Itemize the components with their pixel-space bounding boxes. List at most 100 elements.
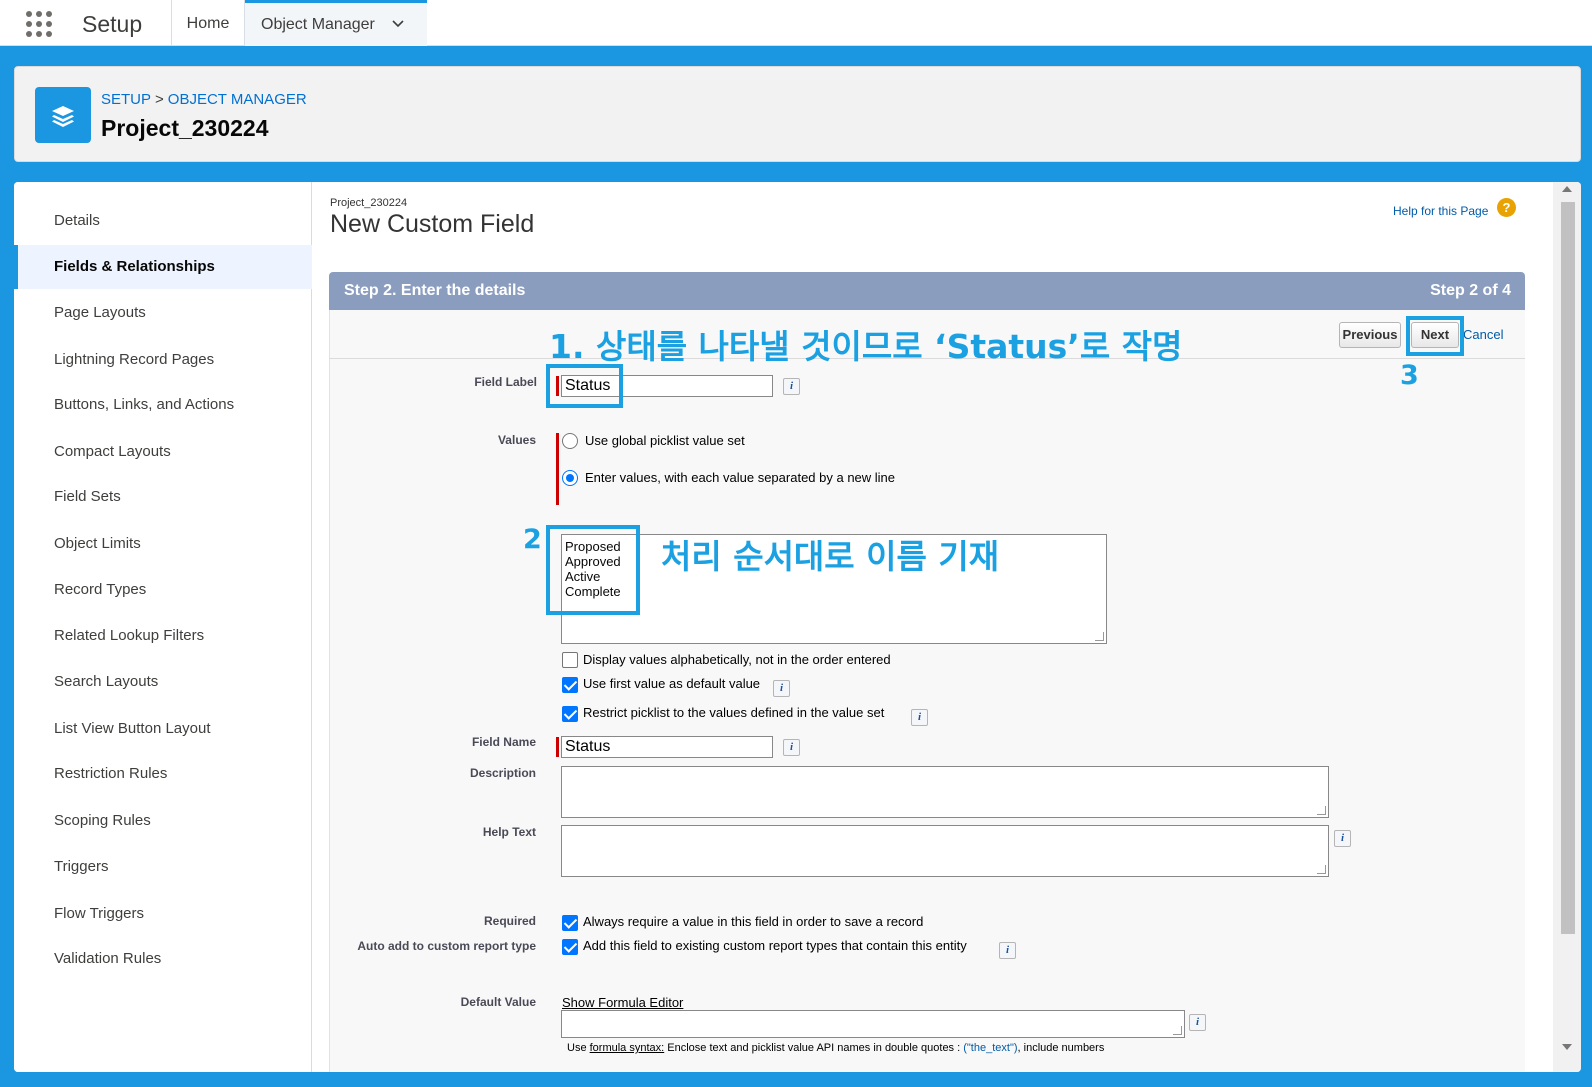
sidebar-item-related-lookup-filters[interactable]: Related Lookup Filters: [14, 614, 312, 658]
radio-global-picklist[interactable]: [562, 433, 578, 449]
breadcrumb: SETUP > OBJECT MANAGER: [101, 91, 307, 108]
resize-handle-icon[interactable]: [1317, 865, 1326, 874]
field-label-label: Field Label: [474, 375, 537, 389]
sidebar-item-validation-rules[interactable]: Validation Rules: [14, 937, 312, 981]
sidebar-item-lightning-record-pages[interactable]: Lightning Record Pages: [14, 338, 312, 382]
checkbox-auto-add-label: Add this field to existing custom report…: [583, 938, 967, 953]
sidebar-item-fields-relationships[interactable]: Fields & Relationships: [14, 245, 312, 289]
app-name: Setup: [82, 11, 143, 37]
main-panel: Details Fields & Relationships Page Layo…: [14, 182, 1581, 1072]
breadcrumb-setup-link[interactable]: SETUP: [101, 91, 151, 108]
radio-global-picklist-label: Use global picklist value set: [585, 433, 745, 448]
formula-help-suffix: , include numbers: [1017, 1042, 1105, 1054]
picklist-value: Complete: [565, 584, 621, 599]
annotation-highlight-next-button: [1406, 316, 1464, 356]
checkbox-restrict-picklist[interactable]: [562, 706, 578, 722]
sidebar-item-restriction-rules[interactable]: Restriction Rules: [14, 752, 312, 796]
resize-handle-icon[interactable]: [1317, 806, 1326, 815]
resize-handle-icon[interactable]: [1095, 632, 1104, 641]
required-label: Required: [483, 914, 536, 928]
sidebar-item-details[interactable]: Details: [14, 199, 312, 243]
help-icon[interactable]: ?: [1497, 198, 1516, 217]
required-indicator: [556, 737, 559, 757]
info-icon[interactable]: i: [783, 739, 800, 756]
default-value-textarea[interactable]: [561, 1010, 1185, 1038]
step-count: Step 2 of 4: [1430, 282, 1511, 299]
radio-enter-values-label: Enter values, with each value separated …: [585, 470, 896, 485]
annotation-step-1: 1. 상태를 나타낼 것이므로 ‘Status’로 작명: [549, 327, 1183, 366]
sidebar-item-flow-triggers[interactable]: Flow Triggers: [14, 892, 312, 936]
checkbox-required[interactable]: [562, 915, 578, 931]
info-icon[interactable]: i: [911, 709, 928, 726]
step-header: Step 2. Enter the details Step 2 of 4: [329, 272, 1525, 310]
checkbox-first-value-default-label: Use first value as default value: [583, 676, 761, 691]
checkbox-restrict-picklist-label: Restrict picklist to the values defined …: [583, 705, 885, 720]
nav-tab-object-manager[interactable]: Object Manager: [245, 0, 427, 46]
info-icon[interactable]: i: [999, 942, 1016, 959]
required-indicator: [556, 433, 559, 505]
sidebar-item-field-sets[interactable]: Field Sets: [14, 475, 312, 519]
info-icon[interactable]: i: [773, 680, 790, 697]
stack-icon: [35, 87, 91, 143]
help-link[interactable]: Help for this Page: [1393, 204, 1488, 218]
sidebar-item-list-view-button-layout[interactable]: List View Button Layout: [14, 707, 312, 751]
annotation-step-2-number: 2: [523, 524, 542, 555]
nav-tab-home[interactable]: Home: [172, 0, 244, 46]
checkbox-sort-alphabetically-label: Display values alphabetically, not in th…: [583, 652, 891, 667]
global-header: Setup Home Object Manager: [0, 0, 1592, 46]
chevron-down-icon[interactable]: [390, 15, 406, 31]
formula-help-mid: Enclose text and picklist value API name…: [664, 1042, 964, 1054]
sidebar-item-record-types[interactable]: Record Types: [14, 568, 312, 612]
formula-help-text: Use formula syntax: Enclose text and pic…: [567, 1042, 1104, 1054]
checkbox-auto-add[interactable]: [562, 939, 578, 955]
sidebar: Details Fields & Relationships Page Layo…: [14, 182, 312, 1072]
object-header: SETUP > OBJECT MANAGER Project_230224: [14, 66, 1581, 162]
auto-add-label: Auto add to custom report type: [357, 939, 536, 953]
annotation-step-2: 처리 순서대로 이름 기재: [661, 537, 1000, 576]
formula-help-prefix: Use: [567, 1042, 590, 1054]
field-name-input[interactable]: Status: [561, 736, 773, 758]
scroll-up-icon[interactable]: [1562, 186, 1572, 192]
field-name-label: Field Name: [471, 735, 536, 749]
sidebar-item-search-layouts[interactable]: Search Layouts: [14, 660, 312, 704]
page-heading: New Custom Field: [330, 210, 535, 238]
breadcrumb-separator: >: [155, 91, 164, 108]
info-icon[interactable]: i: [1189, 1014, 1206, 1031]
nav-tab-label: Object Manager: [261, 16, 375, 33]
checkbox-first-value-default[interactable]: [562, 677, 578, 693]
description-textarea[interactable]: [561, 766, 1329, 818]
description-label: Description: [469, 766, 536, 780]
scroll-down-icon[interactable]: [1562, 1044, 1572, 1050]
default-value-label: Default Value: [460, 995, 536, 1009]
resize-handle-icon[interactable]: [1173, 1026, 1182, 1035]
scrollbar-thumb[interactable]: [1561, 202, 1575, 934]
radio-enter-values[interactable]: [562, 470, 578, 486]
object-name: Project_230224: [330, 197, 408, 209]
formula-help-example: ("the_text"): [963, 1042, 1018, 1054]
sidebar-item-object-limits[interactable]: Object Limits: [14, 522, 312, 566]
sidebar-item-triggers[interactable]: Triggers: [14, 845, 312, 889]
scrollbar[interactable]: [1553, 182, 1581, 1072]
sidebar-item-page-layouts[interactable]: Page Layouts: [14, 291, 312, 335]
breadcrumb-object-manager-link[interactable]: OBJECT MANAGER: [168, 91, 307, 108]
help-text-textarea[interactable]: [561, 825, 1329, 877]
formula-syntax-link[interactable]: formula syntax:: [590, 1042, 665, 1054]
cancel-link[interactable]: Cancel: [1463, 327, 1503, 342]
annotation-highlight-picklist-values: [546, 525, 640, 615]
annotation-step-3: 3: [1400, 360, 1419, 391]
app-launcher-icon[interactable]: [26, 11, 54, 39]
content-area: Project_230224 New Custom Field Help for…: [313, 182, 1553, 1072]
help-text-label: Help Text: [482, 825, 536, 839]
checkbox-sort-alphabetically[interactable]: [562, 652, 578, 668]
values-label: Values: [497, 433, 536, 447]
page-title: Project_230224: [101, 115, 269, 141]
sidebar-item-buttons-links-actions[interactable]: Buttons, Links, and Actions: [14, 383, 312, 427]
info-icon[interactable]: i: [1334, 830, 1351, 847]
info-icon[interactable]: i: [783, 378, 800, 395]
checkbox-required-label: Always require a value in this field in …: [583, 914, 924, 929]
previous-button[interactable]: Previous: [1339, 322, 1401, 348]
sidebar-item-compact-layouts[interactable]: Compact Layouts: [14, 430, 312, 474]
show-formula-editor-link[interactable]: Show Formula Editor: [562, 995, 683, 1010]
form-body: [329, 310, 1525, 1072]
sidebar-item-scoping-rules[interactable]: Scoping Rules: [14, 799, 312, 843]
